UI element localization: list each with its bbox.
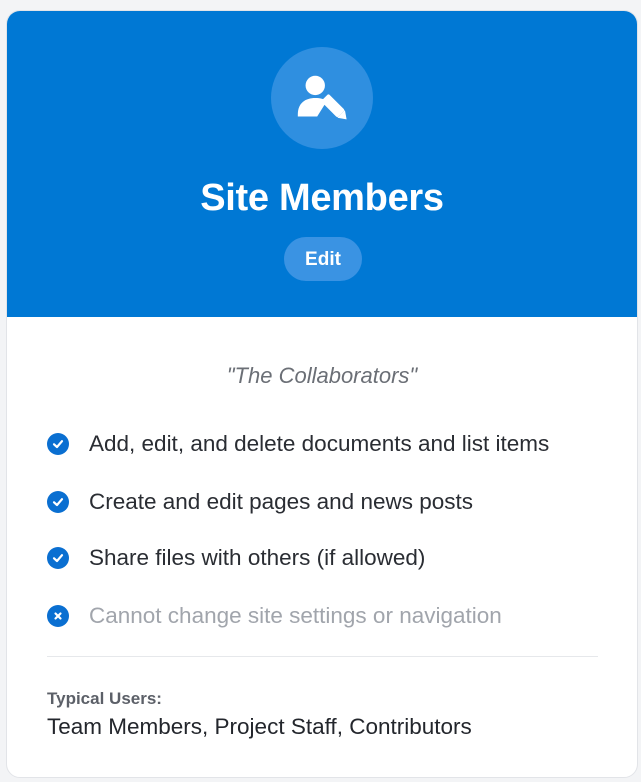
x-circle-icon: [47, 605, 69, 627]
role-card: Site Members Edit "The Collaborators" Ad…: [6, 10, 638, 778]
typical-users-value: Team Members, Project Staff, Contributor…: [47, 714, 472, 739]
permission-label: Cannot change site settings or navigatio…: [89, 603, 502, 628]
permission-label: Add, edit, and delete documents and list…: [89, 431, 550, 456]
user-edit-icon: [297, 75, 347, 120]
typical-users-label: Typical Users:: [47, 689, 162, 708]
divider: [47, 656, 598, 657]
permission-label: Create and edit pages and news posts: [89, 489, 474, 514]
permission-item: Create and edit pages and news posts: [47, 486, 473, 518]
permission-item: Share files with others (if allowed): [47, 542, 425, 574]
permission-label: Share files with others (if allowed): [89, 545, 426, 570]
role-card-header: Site Members Edit: [7, 11, 637, 317]
permission-item: Cannot change site settings or navigatio…: [47, 600, 502, 632]
permission-item: Add, edit, and delete documents and list…: [47, 428, 549, 460]
check-circle-icon: [47, 547, 69, 569]
check-circle-icon: [47, 491, 69, 513]
role-avatar: [271, 47, 373, 149]
check-circle-icon: [47, 433, 69, 455]
role-tagline: "The Collaborators": [226, 363, 418, 388]
edit-button[interactable]: Edit: [284, 237, 362, 281]
role-title: Site Members: [200, 177, 444, 219]
